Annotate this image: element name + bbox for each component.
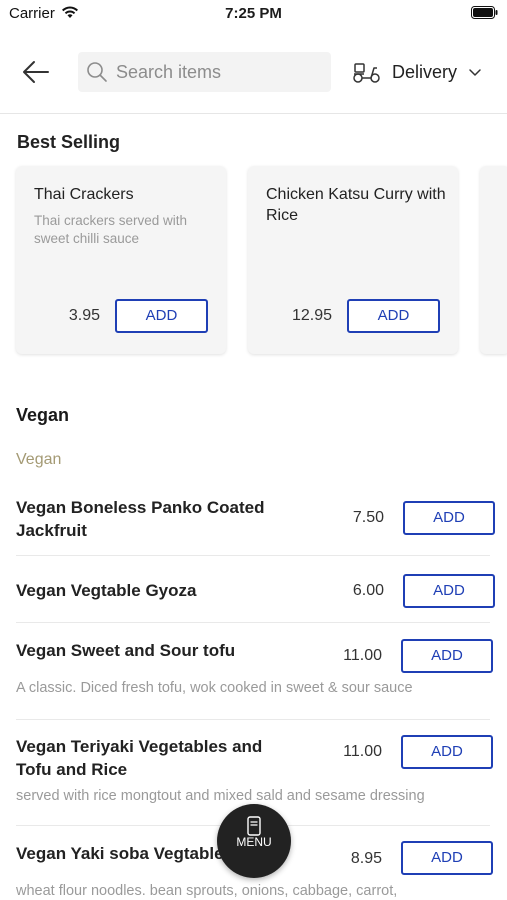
product-card[interactable]: Thai Crackers Thai crackers served with … [16,166,226,354]
status-bar: Carrier 7:25 PM [0,0,507,28]
item-price: 6.00 [352,582,384,599]
vegan-heading: Vegan [16,405,70,425]
vegan-subheading: Vegan [16,451,62,468]
product-description: Thai crackers served with sweet chilli s… [34,213,188,246]
add-button[interactable]: ADD [401,841,493,875]
add-button[interactable]: ADD [403,501,495,535]
product-price: 3.95 [68,307,100,324]
add-button[interactable]: ADD [347,299,440,333]
product-card[interactable]: Chicken Katsu Curry with Rice 12.95 ADD [248,166,458,354]
item-price: 8.95 [350,850,382,867]
item-name: Vegan Teriyaki Vegetables and Tofu and R… [16,737,263,779]
clock: 7:25 PM [225,5,282,22]
item-description: served with rice mongtout and mixed sald… [16,788,425,804]
chevron-down-icon [469,69,481,76]
search-box[interactable] [78,52,331,92]
delivery-label: Delivery [392,62,458,82]
product-name: Thai Crackers [34,186,134,203]
item-name: Vegan Vegtable Gyoza [16,581,197,600]
item-price: 7.50 [352,509,384,526]
product-card-partial[interactable] [480,166,507,354]
menu-label: MENU [236,835,272,849]
divider [16,622,490,623]
best-selling-heading: Best Selling [17,132,121,152]
back-arrow-icon[interactable] [20,58,52,86]
item-price: 11.00 [343,647,382,664]
search-input[interactable] [116,52,326,92]
header: Delivery [0,40,507,114]
product-name: Chicken Katsu Curry with Rice [266,186,446,224]
item-name: Vegan Boneless Panko Coated Jackfruit [16,498,265,540]
delivery-selector[interactable]: Delivery [352,54,492,90]
product-price: 12.95 [291,307,332,324]
battery-icon [471,6,498,19]
divider [16,719,490,720]
item-name: Vegan Sweet and Sour tofu [16,641,236,660]
item-description: wheat flour noodles. bean sprouts, onion… [16,883,398,899]
add-button[interactable]: ADD [403,574,495,608]
item-price: 11.00 [343,743,382,760]
menu-button[interactable]: MENU [217,804,291,878]
divider [16,555,490,556]
add-button[interactable]: ADD [115,299,208,333]
search-icon [87,62,107,82]
menu-book-icon [247,816,261,836]
scooter-icon [353,63,380,83]
item-description: A classic. Diced fresh tofu, wok cooked … [16,680,413,696]
add-button[interactable]: ADD [401,639,493,673]
add-button[interactable]: ADD [401,735,493,769]
